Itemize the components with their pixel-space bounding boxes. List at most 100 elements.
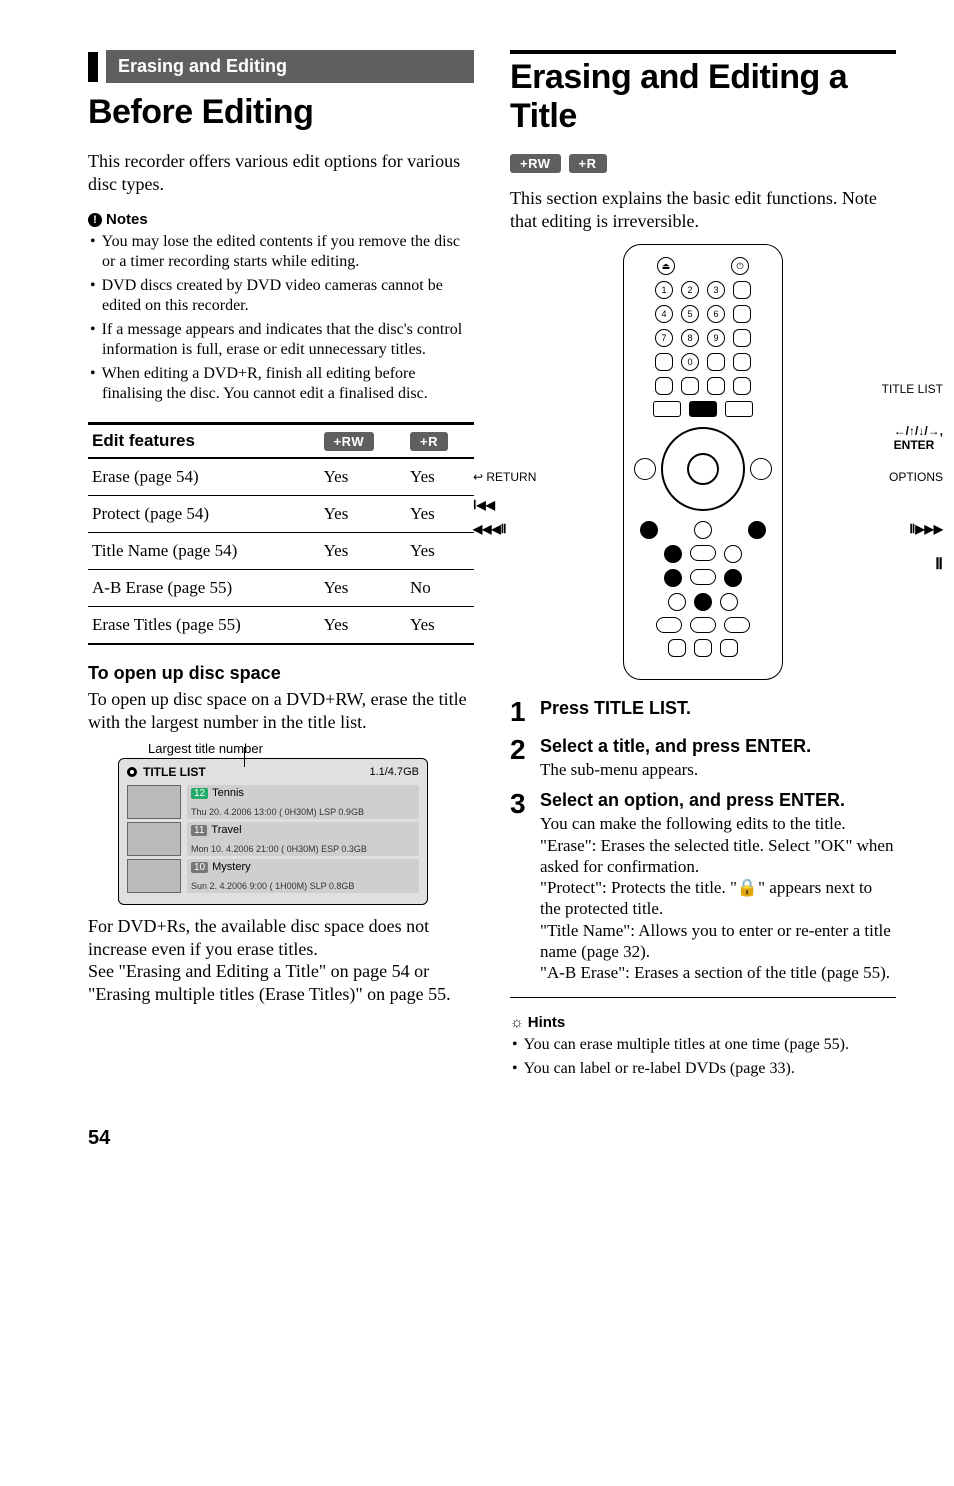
eject-icon: ⏏ — [657, 257, 675, 275]
value-cell: Yes — [406, 607, 474, 645]
btn — [694, 521, 712, 539]
btn — [694, 639, 712, 657]
step-title: Select an option, and press ENTER. — [540, 790, 896, 811]
label-rew: ◀◀◀Ⅱ — [473, 522, 507, 536]
ch-pill — [733, 329, 751, 347]
label-fwd: Ⅱ▶▶▶ — [909, 522, 943, 536]
after-list-body: For DVD+Rs, the available disc space doe… — [88, 915, 474, 1005]
step-desc: The sub-menu appears. — [540, 759, 811, 780]
table-row: Protect (page 54) Yes Yes — [88, 496, 474, 533]
hints-heading-text: Hints — [528, 1014, 566, 1031]
title-number: 11 — [191, 825, 207, 836]
note-item: You may lose the edited contents if you … — [102, 232, 474, 272]
prev-button — [664, 545, 682, 563]
num-3: 3 — [707, 281, 725, 299]
btn — [733, 377, 751, 395]
label-pause: Ⅱ — [935, 554, 943, 574]
title-list-capacity: 1.1/4.7GB — [369, 766, 419, 778]
btn — [655, 377, 673, 395]
options-button — [748, 521, 766, 539]
hints-heading: ☼ Hints — [510, 1014, 896, 1031]
num-6: 6 — [707, 305, 725, 323]
label-return: ↩ RETURN — [473, 470, 536, 484]
heading-rule — [510, 50, 896, 54]
badge-rw: +RW — [510, 154, 561, 173]
value-cell: Yes — [406, 533, 474, 570]
step-number: 2 — [510, 736, 530, 780]
value-cell: Yes — [406, 458, 474, 496]
title-meta: Mon 10. 4.2006 21:00 ( 0H30M) ESP 0.3GB — [191, 844, 415, 854]
hint-icon: ☼ — [510, 1014, 524, 1031]
num-7: 7 — [655, 329, 673, 347]
num-1: 1 — [655, 281, 673, 299]
thumbnail — [127, 785, 181, 819]
disc-icon — [127, 767, 137, 777]
badge-rw: +RW — [324, 432, 375, 451]
side-btn — [634, 458, 656, 480]
feature-cell: A-B Erase (page 55) — [88, 570, 320, 607]
step-2: 2 Select a title, and press ENTER. The s… — [510, 736, 896, 780]
btn — [725, 401, 753, 417]
step-3: 3 Select an option, and press ENTER. You… — [510, 790, 896, 983]
num-5: 5 — [681, 305, 699, 323]
value-cell: Yes — [406, 496, 474, 533]
btn — [668, 639, 686, 657]
btn — [655, 353, 673, 371]
rew-button — [664, 569, 682, 587]
open-up-heading: To open up disc space — [88, 663, 474, 684]
btn — [681, 377, 699, 395]
section-accent-bar — [88, 52, 98, 82]
num-9: 9 — [707, 329, 725, 347]
title-name: Travel — [211, 824, 241, 836]
btn — [653, 401, 681, 417]
title-number: 10 — [191, 862, 208, 873]
feature-cell: Erase Titles (page 55) — [88, 607, 320, 645]
notes-list: You may lose the edited contents if you … — [88, 232, 474, 404]
label-title-list: TITLE LIST — [882, 382, 943, 396]
value-cell: Yes — [320, 533, 406, 570]
step-title: Press TITLE LIST. — [540, 698, 691, 719]
section-label: Erasing and Editing — [106, 50, 474, 83]
step-number: 3 — [510, 790, 530, 983]
feature-cell: Protect (page 54) — [88, 496, 320, 533]
title-meta: Thu 20. 4.2006 13:00 ( 0H30M) LSP 0.9GB — [191, 807, 415, 817]
vol-up — [733, 281, 751, 299]
num-8: 8 — [681, 329, 699, 347]
btn — [707, 377, 725, 395]
next-button — [724, 545, 742, 563]
hint-item: You can label or re-label DVDs (page 33)… — [524, 1059, 896, 1079]
num-0: 0 — [681, 353, 699, 371]
btn — [724, 617, 750, 633]
table-head-feature: Edit features — [88, 424, 320, 459]
step-number: 1 — [510, 698, 530, 726]
list-item: 12 Tennis Thu 20. 4.2006 13:00 ( 0H30M) … — [127, 785, 419, 819]
side-btn — [750, 458, 772, 480]
btn — [668, 593, 686, 611]
btn — [720, 593, 738, 611]
stop-button — [656, 617, 682, 633]
remote-diagram: ⏏⏻ 123 456 789 0 — [573, 244, 833, 680]
value-cell: Yes — [320, 458, 406, 496]
notes-heading: ! Notes — [88, 211, 474, 228]
notes-heading-text: Notes — [106, 211, 148, 228]
pause-button — [694, 593, 712, 611]
rec-button — [690, 617, 716, 633]
note-item: When editing a DVD+R, finish all editing… — [102, 364, 474, 404]
title-name: Tennis — [212, 787, 244, 799]
feature-cell: Erase (page 54) — [88, 458, 320, 496]
label-prev: Ⅰ◀◀ — [473, 498, 495, 512]
note-item: DVD discs created by DVD video cameras c… — [102, 276, 474, 316]
thumbnail — [127, 822, 181, 856]
thumbnail — [127, 859, 181, 893]
title-number: 12 — [191, 788, 208, 799]
edit-features-table: Edit features +RW +R Erase (page 54) Yes… — [88, 422, 474, 645]
left-heading: Before Editing — [88, 93, 474, 132]
power-icon: ⏻ — [731, 257, 749, 275]
return-button — [640, 521, 658, 539]
right-heading: Erasing and Editing a Title — [510, 58, 896, 136]
label-options: OPTIONS — [889, 470, 943, 484]
play-button — [690, 569, 716, 585]
title-name: Mystery — [212, 861, 251, 873]
pointer-line — [244, 747, 245, 767]
page-number: 54 — [88, 1127, 896, 1150]
